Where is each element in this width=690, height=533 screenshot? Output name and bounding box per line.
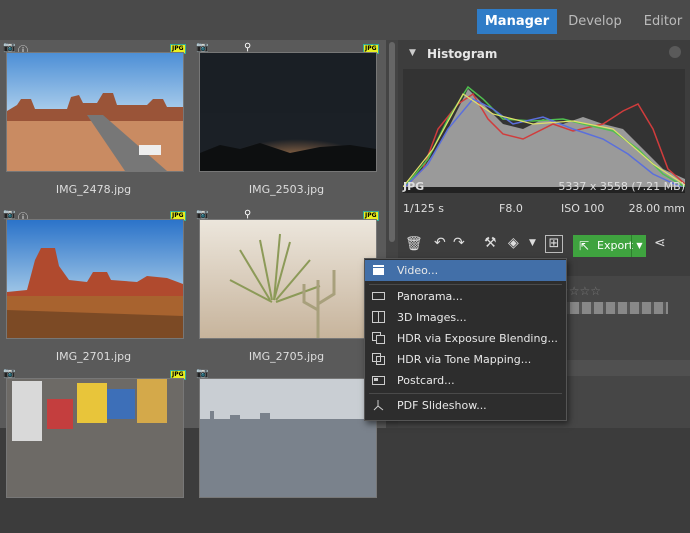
tab-manager[interactable]: Manager	[477, 9, 557, 34]
postcard-icon	[372, 376, 385, 385]
menu-separator	[369, 393, 562, 394]
create-menu-icon[interactable]: ⊞	[545, 235, 563, 253]
menu-item-pdf-slideshow[interactable]: PDF Slideshow...	[365, 395, 566, 416]
thumbnail-cell[interactable]: 📷 ⓘ JPG IMG_2701.jpg	[0, 207, 187, 374]
histogram-toggle-icon[interactable]	[669, 46, 681, 58]
shutter-speed: 1/125 s	[403, 202, 444, 215]
dropdown-arrow-icon[interactable]: ▼	[529, 238, 536, 248]
thumbnail-cell[interactable]: 📷 ⚲ JPG IMG_2705.jpg	[193, 207, 380, 374]
thumbnail-filename: IMG_2705.jpg	[248, 350, 325, 363]
panorama-icon	[372, 292, 385, 300]
export-label: Export	[597, 239, 634, 252]
histogram-chart	[403, 69, 685, 193]
hdr-blending-icon	[372, 332, 385, 344]
menu-item-hdr-exposure-blending[interactable]: HDR via Exposure Blending...	[365, 328, 566, 349]
rotate-left-icon[interactable]: ↶	[434, 235, 446, 251]
color-labels[interactable]	[558, 302, 668, 314]
layers-icon[interactable]: ◈	[508, 235, 519, 251]
share-icon[interactable]: ⋖	[654, 235, 666, 251]
create-context-menu: Video... Panorama... 3D Images... HDR vi…	[364, 258, 567, 421]
thumbnail-filename: IMG_2503.jpg	[248, 183, 325, 196]
thumbnail-image[interactable]	[199, 219, 377, 339]
trash-icon[interactable]: 🗑	[405, 236, 423, 252]
thumbnail-filename: IMG_2478.jpg	[55, 183, 132, 196]
3d-images-icon	[372, 311, 385, 323]
histogram-title: Histogram	[427, 47, 498, 61]
menu-item-panorama[interactable]: Panorama...	[365, 286, 566, 307]
menu-item-3d-images[interactable]: 3D Images...	[365, 307, 566, 328]
export-dropdown-icon[interactable]: ▼	[631, 235, 647, 257]
thumbnail-cell[interactable]: 📷 ⚲ JPG IMG_2503.jpg	[193, 40, 380, 207]
thumbnail-image[interactable]	[199, 378, 377, 498]
scrollbar-thumb[interactable]	[389, 42, 395, 242]
thumbnail-image[interactable]	[199, 52, 377, 172]
collapse-arrow-icon[interactable]: ▼	[409, 48, 416, 58]
image-dimensions: 5337 x 3558 (7.21 MB)	[558, 180, 685, 193]
menu-item-postcard[interactable]: Postcard...	[365, 370, 566, 391]
thumbnail-cell[interactable]: 📷	[193, 366, 380, 533]
export-icon: ⇱	[579, 239, 590, 253]
top-bar: Manager Develop Editor	[0, 0, 690, 40]
magic-wand-icon[interactable]: ⚒	[484, 235, 497, 251]
menu-item-video[interactable]: Video...	[365, 260, 566, 281]
tab-develop[interactable]: Develop	[562, 9, 628, 34]
video-icon	[373, 265, 384, 275]
tab-editor[interactable]: Editor	[637, 9, 689, 34]
rotate-right-icon[interactable]: ↷	[453, 235, 465, 251]
thumbnail-image[interactable]	[6, 378, 184, 498]
pdf-icon	[373, 400, 384, 411]
aperture: F8.0	[499, 202, 523, 215]
export-button[interactable]: ⇱ Export ▼	[573, 235, 646, 257]
menu-separator	[369, 284, 562, 285]
file-format: JPG	[403, 180, 425, 193]
thumbnail-cell[interactable]: 📷 ⓘ JPG IMG_2478.jpg	[0, 40, 187, 207]
hdr-tone-mapping-icon	[372, 353, 385, 365]
focal-length: 28.00 mm	[628, 202, 685, 215]
thumbnail-cell[interactable]: 📷 JPG	[0, 366, 187, 533]
thumbnail-grid: 📷 ⓘ JPG IMG_2478.jpg 📷 ⚲ JPG IMG_2503.jp…	[0, 40, 386, 498]
thumbnail-image[interactable]	[6, 219, 184, 339]
thumbnail-filename: IMG_2701.jpg	[55, 350, 132, 363]
menu-item-hdr-tone-mapping[interactable]: HDR via Tone Mapping...	[365, 349, 566, 370]
thumbnail-image[interactable]	[6, 52, 184, 172]
iso: ISO 100	[561, 202, 605, 215]
histogram-header[interactable]: ▼ Histogram	[398, 44, 690, 66]
